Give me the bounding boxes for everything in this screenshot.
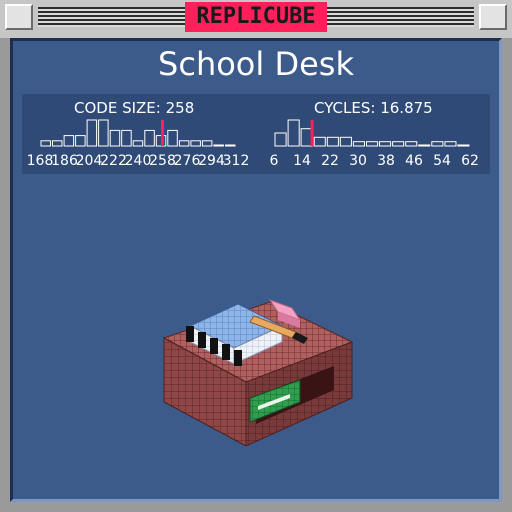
cycles-tick-label: 30 (349, 153, 367, 169)
cycles-tick-label: 6 (269, 153, 279, 169)
code-size-bar (121, 129, 132, 147)
cycles-bar (405, 141, 418, 147)
cycles-tick-label: 38 (377, 153, 395, 169)
code-size-bar (178, 140, 190, 147)
maximize-window-button[interactable] (479, 4, 507, 30)
code-size-bar (213, 144, 224, 147)
cycles-bar (339, 136, 352, 147)
cycles-bar (352, 141, 366, 147)
code-size-bar (167, 129, 178, 147)
app-title: REPLICUBE (185, 2, 327, 32)
code-size-bar (225, 144, 236, 147)
close-window-button[interactable] (5, 4, 33, 30)
code-size-bar (98, 119, 109, 147)
level-name: School Desk (158, 45, 354, 83)
title-bar: REPLICUBE (0, 0, 512, 34)
code-size-label: CODE SIZE: (74, 99, 161, 117)
cycles-bar (379, 141, 392, 147)
cycles-label: CYCLES: (314, 99, 376, 117)
code-size-bar (132, 140, 144, 147)
cycles-value: 16.875 (380, 99, 433, 117)
code-size-score-marker (161, 120, 164, 146)
code-size-bar (40, 140, 51, 147)
code-size-bar (144, 129, 155, 147)
code-size-bar (52, 140, 63, 147)
code-size-tick-label: 276 (173, 153, 201, 169)
code-size-bar (190, 140, 201, 147)
code-size-tick-label: 222 (100, 153, 127, 169)
cycles-bar (444, 141, 457, 147)
cycles-score-marker (310, 120, 314, 146)
cycles-bar (457, 144, 470, 147)
cycles-bar (431, 141, 444, 147)
stats-box: CODE SIZE: 258 168 186 204 222 240 258 276 294 3… (22, 94, 490, 174)
cycles-bar (326, 136, 339, 147)
code-size-bar (63, 135, 75, 147)
code-size-bar (201, 140, 213, 147)
cycles-heading: CYCLES: 16.875 (314, 99, 433, 117)
code-size-tick-label: 168 (26, 153, 54, 169)
code-size-bar (109, 129, 121, 147)
cycles-tick-label: 46 (405, 153, 423, 169)
cycles-bar (274, 132, 287, 147)
cycles-bar (392, 141, 405, 147)
cycles-histogram (274, 119, 470, 147)
voxel-desk-model[interactable] (150, 286, 370, 446)
cycles-bar (366, 141, 379, 147)
cycles-tick-label: 22 (321, 153, 339, 169)
code-size-bar (86, 119, 98, 147)
code-size-tick-label: 240 (124, 153, 152, 169)
cycles-bar (313, 136, 326, 147)
cycles-bar (300, 128, 313, 147)
code-size-tick-label: 186 (51, 153, 78, 169)
code-size-bar (75, 135, 86, 147)
code-size-tick-label: 258 (149, 153, 176, 169)
code-size-tick-label: 294 (198, 153, 225, 169)
cycles-tick-label: 54 (433, 153, 451, 169)
code-size-tick-label: 204 (75, 153, 103, 169)
code-size-tick-label: 312 (222, 153, 250, 169)
cycles-bar (287, 119, 300, 147)
cycles-tick-label: 14 (293, 153, 311, 169)
left-frame (0, 38, 10, 502)
cycles-bar (418, 144, 431, 147)
replicube-window: REPLICUBE School Desk CODE SIZE: 258 168… (0, 0, 512, 512)
code-size-heading: CODE SIZE: 258 (74, 99, 194, 117)
code-size-value: 258 (165, 99, 195, 117)
cycles-tick-label: 62 (461, 153, 479, 169)
right-frame (502, 38, 512, 502)
code-size-histogram (40, 119, 236, 147)
code-size-ticks: 168 186 204 222 240 258 276 294 312 (22, 152, 256, 170)
bottom-frame (0, 502, 512, 512)
cycles-ticks: 6 14 22 30 38 46 54 62 (256, 152, 490, 170)
